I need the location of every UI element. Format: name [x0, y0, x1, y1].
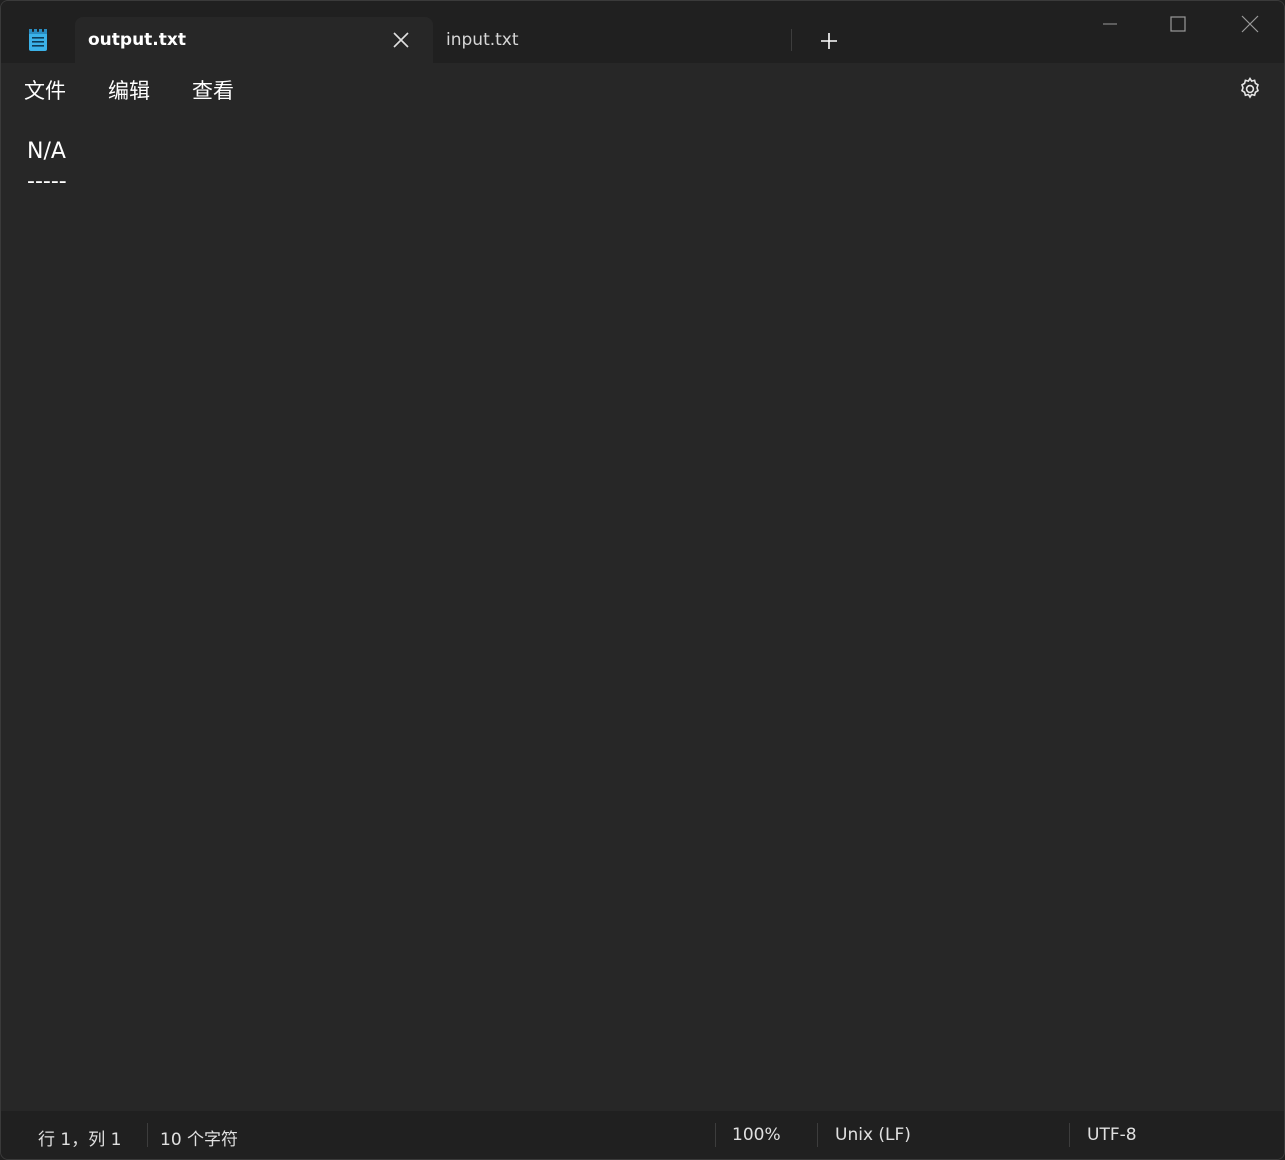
window-close-icon[interactable] — [1227, 9, 1273, 39]
tab-label: output.txt — [88, 30, 186, 50]
close-icon[interactable] — [391, 30, 411, 50]
menu-file[interactable]: 文件 — [24, 75, 66, 105]
zoom-level[interactable]: 100% — [732, 1125, 781, 1145]
status-divider — [147, 1123, 148, 1147]
tab-label: input.txt — [446, 30, 519, 50]
title-bar: output.txt input.txt — [1, 1, 1284, 63]
status-divider — [817, 1123, 818, 1147]
text-editor[interactable]: N/A ----- — [1, 113, 1284, 1111]
notepad-icon — [29, 26, 47, 51]
status-divider — [1069, 1123, 1070, 1147]
plus-icon[interactable] — [817, 29, 841, 53]
editor-content[interactable]: N/A ----- — [27, 137, 67, 197]
maximize-icon[interactable] — [1155, 9, 1201, 39]
menu-bar: 文件 编辑 查看 — [1, 63, 1284, 113]
cursor-position: 行 1，列 1 — [38, 1130, 122, 1150]
tab-output[interactable]: output.txt — [75, 17, 433, 63]
notepad-window: output.txt input.txt 文件 编辑 查看 N/A ----- … — [0, 0, 1285, 1160]
tab-input[interactable]: input.txt — [433, 17, 791, 63]
menu-view[interactable]: 查看 — [192, 75, 234, 105]
menu-edit[interactable]: 编辑 — [108, 75, 150, 105]
line-ending[interactable]: Unix (LF) — [835, 1125, 911, 1145]
status-bar: 行 1，列 1 10 个字符 100% Unix (LF) UTF-8 — [1, 1111, 1284, 1159]
minimize-icon[interactable] — [1087, 9, 1133, 39]
gear-icon[interactable] — [1237, 76, 1263, 102]
tab-divider — [791, 29, 792, 51]
status-divider — [715, 1123, 716, 1147]
encoding[interactable]: UTF-8 — [1087, 1125, 1137, 1145]
character-count: 10 个字符 — [160, 1130, 239, 1150]
